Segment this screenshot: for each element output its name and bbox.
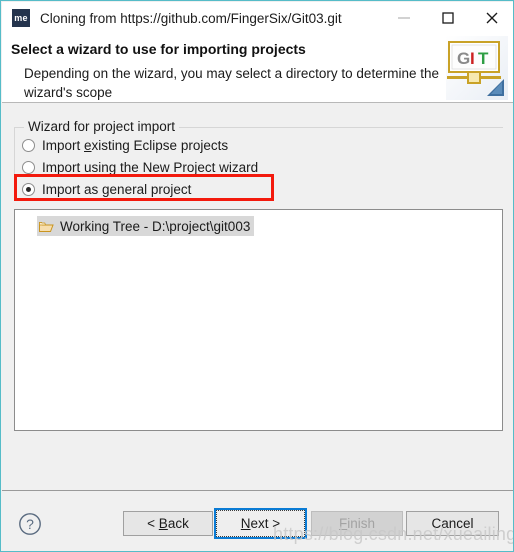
cancel-button-label: Cancel — [431, 516, 474, 531]
cancel-button[interactable]: Cancel — [406, 511, 499, 536]
back-button[interactable]: < Back — [123, 511, 213, 536]
radio-label: Import as general project — [42, 182, 192, 197]
list-item-label: Working Tree - D:\project\git003 — [60, 218, 251, 234]
page-description: Depending on the wizard, you may select … — [24, 66, 439, 100]
project-tree-list[interactable]: Working Tree - D:\project\git003 — [14, 209, 503, 431]
wizard-radio-group: Import existing Eclipse projects Import … — [21, 135, 491, 201]
next-button[interactable]: Next > — [214, 508, 307, 539]
next-button-focus-ring: Next > — [216, 510, 305, 537]
help-icon[interactable]: ? — [18, 512, 42, 536]
page-title: Select a wizard to use for importing pro… — [11, 41, 306, 57]
close-icon[interactable] — [470, 2, 513, 34]
radio-label: Import existing Eclipse projects — [42, 138, 229, 153]
radio-button-icon-selected[interactable] — [22, 183, 35, 196]
wizard-group-box: Wizard for project import Import existin… — [14, 119, 503, 199]
app-icon: me — [12, 9, 30, 27]
svg-text:T: T — [478, 49, 489, 68]
help-label: ? — [26, 516, 34, 532]
back-button-label: < Back — [147, 516, 189, 531]
radio-import-using-new-project-wizard[interactable]: Import using the New Project wizard — [21, 157, 491, 178]
list-item[interactable]: Working Tree - D:\project\git003 — [37, 216, 255, 236]
radio-button-icon[interactable] — [22, 161, 35, 174]
group-box-label: Wizard for project import — [24, 119, 180, 134]
folder-icon — [39, 221, 54, 232]
radio-label: Import using the New Project wizard — [42, 160, 259, 175]
finish-button-label: Finish — [338, 516, 375, 531]
radio-button-icon[interactable] — [22, 139, 35, 152]
minimize-icon[interactable] — [382, 2, 426, 34]
window-title: Cloning from https://github.com/FingerSi… — [40, 10, 342, 26]
next-button-label: Next > — [240, 516, 281, 531]
svg-text:G: G — [457, 49, 470, 68]
title-bar: me Cloning from https://github.com/Finge… — [2, 2, 513, 34]
svg-text:I: I — [470, 49, 475, 68]
maximize-icon[interactable] — [426, 2, 470, 34]
radio-import-as-general-project[interactable]: Import as general project — [21, 179, 491, 200]
wizard-header: Select a wizard to use for importing pro… — [2, 34, 513, 103]
radio-import-existing-eclipse-projects[interactable]: Import existing Eclipse projects — [21, 135, 491, 156]
git-banner-logo: G I T — [446, 36, 508, 100]
finish-button: Finish — [311, 511, 403, 536]
clone-wizard-dialog: me Cloning from https://github.com/Finge… — [0, 0, 514, 552]
window-controls — [382, 2, 513, 34]
